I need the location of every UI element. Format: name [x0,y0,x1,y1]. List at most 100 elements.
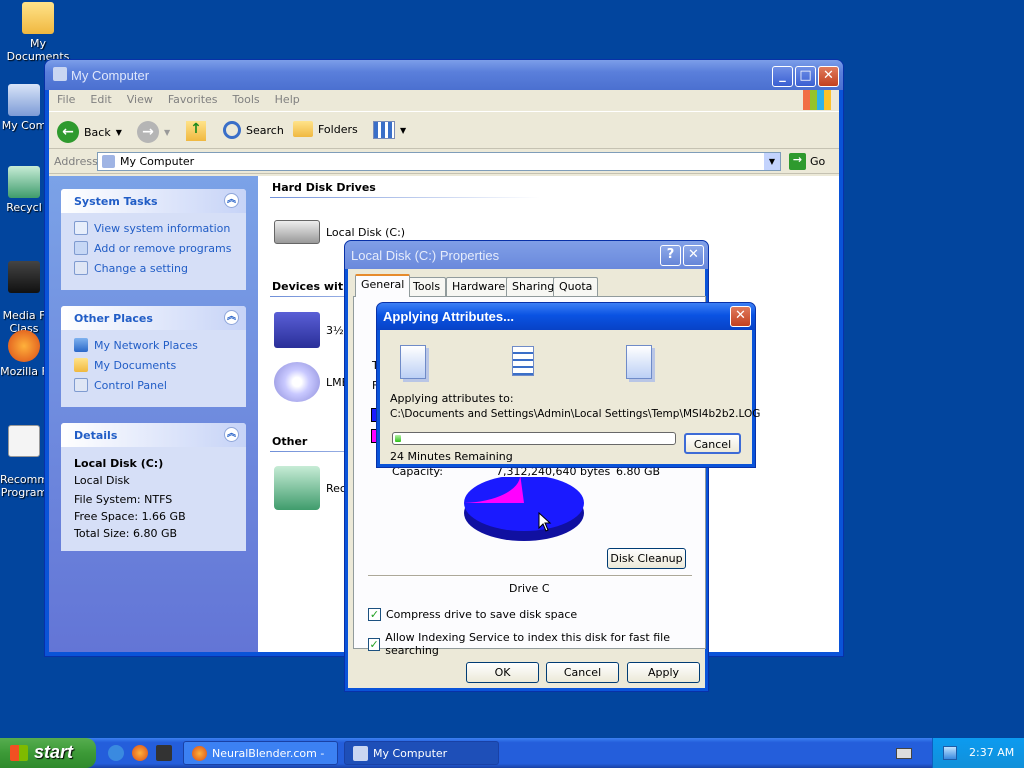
details-file-system: File System: NTFS [74,493,173,506]
drive-floppy[interactable]: 3½ [274,312,344,348]
desktop-icon-my-documents[interactable]: My Documents [0,2,76,63]
checkbox-label: Compress drive to save disk space [386,608,578,621]
windows-logo-icon [803,90,831,110]
desktop-icon-label: Recomm Program [0,473,49,499]
start-button[interactable]: start [0,738,96,768]
keyboard-icon[interactable] [896,748,912,759]
ok-button[interactable]: OK [466,662,539,683]
task-add-remove-programs[interactable]: Add or remove programs [61,238,246,258]
compress-drive-checkbox[interactable]: ✓ Compress drive to save disk space [368,608,577,621]
go-button[interactable]: → Go [789,153,825,170]
place-control-panel[interactable]: Control Panel [61,375,246,395]
tab-general[interactable]: General [355,274,411,297]
computer-icon [53,67,67,81]
applying-attributes-dialog: Applying Attributes... ✕ Applying attrib… [376,302,760,468]
quick-launch-media-icon[interactable] [156,745,172,761]
system-tasks-header[interactable]: System Tasks ︽ [61,189,246,213]
details-type: Local Disk [74,474,130,487]
menu-edit[interactable]: Edit [82,90,118,106]
menu-help[interactable]: Help [267,90,307,106]
collapse-icon[interactable]: ︽ [224,193,239,208]
taskbar-item-my-computer[interactable]: My Computer [344,741,499,765]
details-total-size: Total Size: 6.80 GB [74,527,178,540]
help-button[interactable]: ? [660,245,681,266]
quick-launch-ie-icon[interactable] [108,745,124,761]
taskbar-item-neuralblender[interactable]: NeuralBlender.com - ... [183,741,338,768]
progress-bar [392,432,676,445]
menu-favorites[interactable]: Favorites [160,90,225,106]
chevron-down-icon[interactable]: ▼ [764,153,780,170]
chevron-down-icon: ▼ [400,125,407,135]
hard-disk-icon [274,220,320,244]
forward-arrow-icon: → [137,121,159,143]
section-other: Other [269,435,543,452]
computer-icon [102,155,115,168]
quick-launch-firefox-icon[interactable] [132,745,148,761]
back-button[interactable]: ← Back ▼ [57,121,122,143]
close-button[interactable]: ✕ [730,306,751,327]
window-titlebar[interactable]: My Computer _ □ ✕ [45,60,843,90]
place-my-documents[interactable]: My Documents [61,355,246,375]
apply-button[interactable]: Apply [627,662,700,683]
progress-fill [395,435,401,442]
up-button[interactable]: ↑ [186,121,206,141]
recycle-bin-icon [274,466,320,510]
details-header[interactable]: Details ︽ [61,423,246,447]
disk-usage-pie [464,477,584,541]
menu-file[interactable]: File [49,90,82,106]
network-tray-icon[interactable] [943,746,957,760]
control-panel-icon [74,261,88,275]
task-label: View system information [94,221,231,235]
minimize-button[interactable]: _ [772,66,793,87]
details-free-space: Free Space: 1.66 GB [74,510,186,523]
item-recycle-bin[interactable]: Rec [274,466,346,510]
address-label: Address [54,155,98,168]
search-button[interactable]: Search [223,121,284,139]
window-title: My Computer [71,68,150,83]
separator [368,575,692,577]
apply-titlebar[interactable]: Applying Attributes... ✕ [377,303,755,330]
close-button[interactable]: ✕ [818,66,839,87]
folders-button[interactable]: Folders [293,121,358,137]
address-input[interactable]: My Computer ▼ [97,152,781,171]
tab-quota[interactable]: Quota [553,277,599,296]
tab-hardware[interactable]: Hardware [446,277,512,296]
up-folder-icon: ↑ [186,121,206,141]
maximize-button[interactable]: □ [795,66,816,87]
chevron-down-icon: ▼ [164,127,171,137]
task-change-setting[interactable]: Change a setting [61,258,246,278]
mouse-cursor-icon [538,512,552,532]
computer-icon [8,84,40,116]
address-bar: Address My Computer ▼ → Go [49,150,839,174]
menu-tools[interactable]: Tools [225,90,267,106]
forward-button[interactable]: → ▼ [137,121,170,143]
cancel-button[interactable]: Cancel [546,662,619,683]
collapse-icon[interactable]: ︽ [224,310,239,325]
properties-titlebar[interactable]: Local Disk (C:) Properties ? ✕ [345,241,708,269]
folders-label: Folders [318,122,358,136]
indexing-service-checkbox[interactable]: ✓ Allow Indexing Service to index this d… [368,631,705,657]
windows-logo-icon [10,745,28,761]
menu-view[interactable]: View [119,90,160,106]
place-label: Control Panel [94,378,167,392]
other-places-header[interactable]: Other Places ︽ [61,306,246,330]
clock[interactable]: 2:37 AM [969,746,1014,759]
menu-bar: File Edit View Favorites Tools Help [49,90,839,110]
details-panel: Details ︽ Local Disk (C:) Local Disk Fil… [61,423,246,551]
toolbar: ← Back ▼ → ▼ ↑ Search Folders ▼ [49,111,839,149]
media-icon [8,261,40,293]
task-view-system-information[interactable]: View system information [61,218,246,238]
document-icon [8,425,40,457]
tab-tools[interactable]: Tools [407,277,447,296]
place-my-network-places[interactable]: My Network Places [61,335,246,355]
collapse-icon[interactable]: ︽ [224,427,239,442]
disk-cleanup-button[interactable]: Disk Cleanup [607,548,686,569]
views-button[interactable]: ▼ [373,121,406,139]
firefox-icon [192,746,207,761]
checkmark-icon: ✓ [368,608,381,621]
close-button[interactable]: ✕ [683,245,704,266]
task-label: NeuralBlender.com - ... [212,747,325,768]
place-label: My Network Places [94,338,198,352]
cancel-button[interactable]: Cancel [684,433,741,454]
drive-cd[interactable]: LME [274,362,349,402]
